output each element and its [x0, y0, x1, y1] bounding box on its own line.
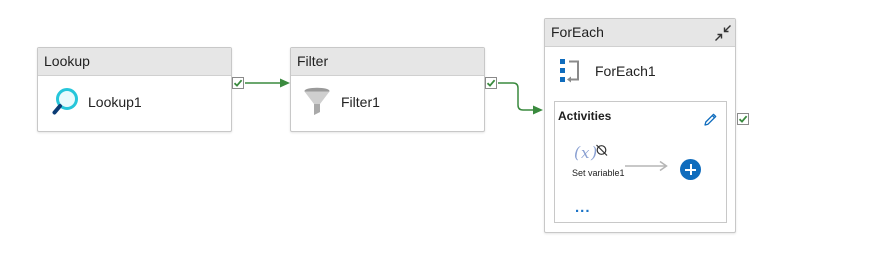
svg-text:): )	[590, 143, 597, 162]
edit-pencil-icon[interactable]	[703, 112, 718, 127]
filter-success-port[interactable]	[485, 77, 497, 89]
activities-panel[interactable]: Activities ( x ) Set variable1 ...	[554, 101, 727, 223]
foreach-activity-name: ForEach1	[595, 63, 656, 79]
set-variable-activity-name[interactable]: Set variable1	[572, 167, 626, 179]
foreach-activity-type: ForEach	[545, 19, 735, 47]
lookup-success-port[interactable]	[232, 77, 244, 89]
connectors	[245, 78, 543, 115]
svg-text:(: (	[574, 143, 581, 162]
activities-title: Activities	[558, 109, 612, 123]
foreach-success-port[interactable]	[737, 113, 749, 125]
pipeline-canvas[interactable]: Lookup Lookup1 Filter Filter1 ForEach Fo…	[0, 0, 881, 276]
lookup-activity-type: Lookup	[38, 48, 231, 76]
filter-activity-name: Filter1	[341, 94, 380, 110]
foreach-activity[interactable]: ForEach ForEach1 Activities (x) Set va…	[544, 18, 736, 233]
filter-activity-type: Filter	[291, 48, 484, 76]
filter-activity[interactable]: Filter Filter1	[290, 47, 485, 132]
lookup-activity-name: Lookup1	[88, 94, 142, 110]
add-activity-button[interactable]	[680, 159, 701, 180]
filter-to-foreach-connector[interactable]	[498, 82, 543, 115]
foreach-loop-icon	[558, 58, 582, 84]
filter-funnel-icon	[303, 86, 331, 118]
lookup-magnifier-icon	[52, 87, 80, 117]
more-options-button[interactable]: ...	[575, 200, 591, 215]
arrow-right-icon	[625, 160, 668, 172]
lookup-to-filter-connector[interactable]	[245, 78, 290, 88]
lookup-activity[interactable]: Lookup Lookup1	[37, 47, 232, 132]
set-variable-icon[interactable]: ( x )	[574, 142, 614, 164]
collapse-icon[interactable]	[714, 24, 732, 42]
svg-text:x: x	[581, 144, 590, 162]
